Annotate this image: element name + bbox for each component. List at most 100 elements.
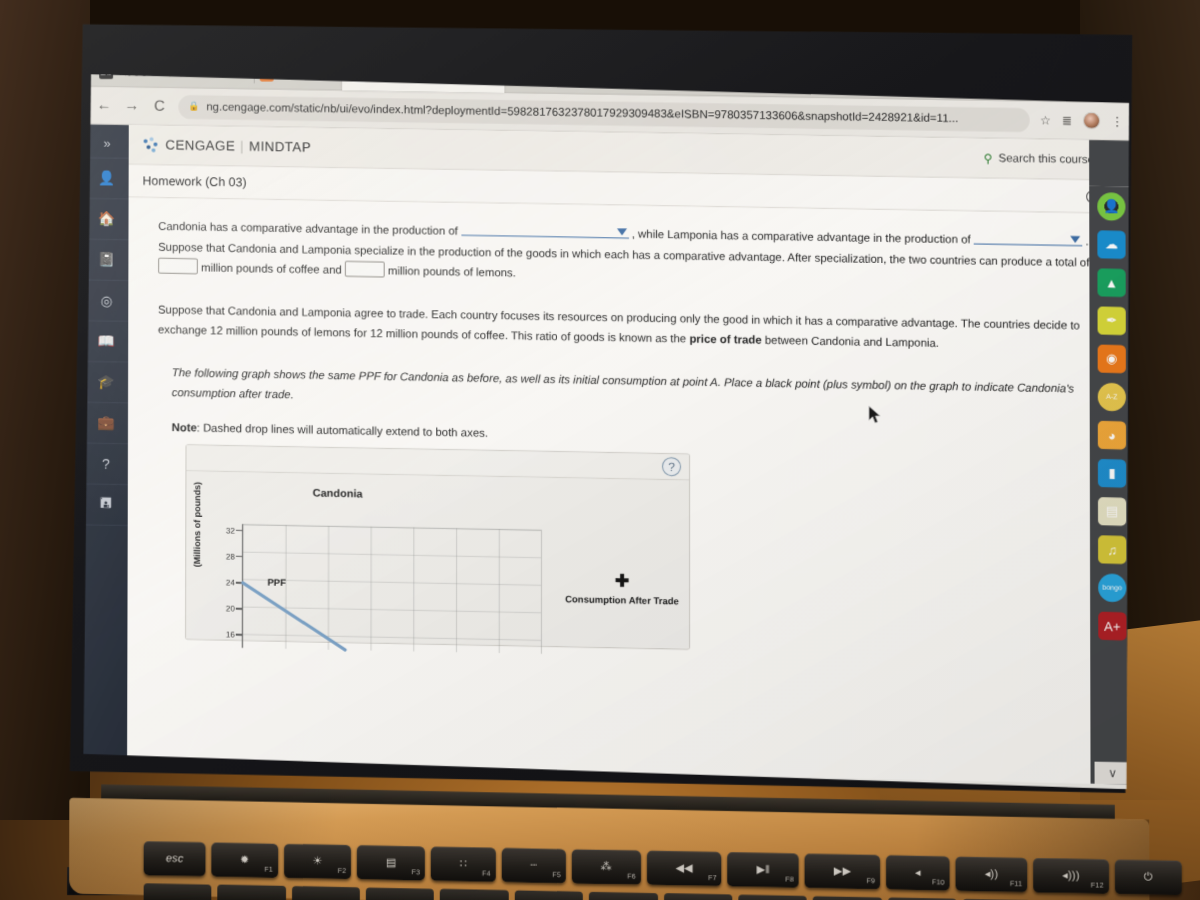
p1-sentence-2: , while Lamponia has a comparative advan… (631, 228, 971, 247)
chart-y-tick: 28 (199, 551, 243, 561)
rail-item-tools-briefcase[interactable]: 💼 (84, 403, 128, 445)
institution-home-icon: 🏠 (98, 210, 116, 227)
key-glyph-icon: ☀ (312, 854, 323, 868)
search-this-course-button[interactable]: ⚲ Search this course (984, 151, 1095, 167)
rss-feed-icon[interactable]: ◉ (1098, 345, 1126, 374)
web-page: » 👤 🏠 📓 ◎ 📖 🎓 💼? 🖪 CENGAGE | MINDTAP ⚲ S… (83, 124, 1135, 784)
rail-item-grades-cap[interactable]: 🎓 (84, 362, 128, 404)
rail-item-messages-chat[interactable]: 🖪 (84, 484, 128, 526)
p1-sentence-5: million pounds of lemons. (387, 265, 516, 280)
notes-icon[interactable]: ▤ (1098, 497, 1126, 526)
key-fn-label: F12 (1090, 882, 1104, 890)
forward-button[interactable]: → (123, 97, 141, 114)
key-fn-label: F7 (708, 874, 717, 883)
page-title: Homework (Ch 03) (142, 173, 247, 190)
chevron-down-icon (1070, 236, 1080, 243)
key-row2[interactable] (440, 888, 509, 900)
key-row2[interactable] (217, 884, 286, 900)
key-row2[interactable] (365, 887, 435, 900)
laptop-screen: BbNJCU Blackboard Ultra×❖Content×∴MindTa… (83, 63, 1135, 797)
kebab-menu-icon[interactable]: ⋮ (1111, 114, 1123, 128)
key-row2[interactable] (143, 883, 212, 900)
rail-item-help[interactable]: ? (84, 443, 128, 485)
onedrive-cloud-icon[interactable]: ☁ (1097, 230, 1125, 259)
key-row2[interactable] (291, 886, 360, 900)
key-fn-label: F3 (411, 869, 421, 877)
ebook-icon[interactable]: ▮ (1098, 459, 1126, 488)
key-row2[interactable] (738, 894, 807, 900)
key-f10[interactable]: ◂ F10 (886, 855, 950, 891)
rail-item-profile[interactable]: 👤 (85, 158, 129, 199)
brand-divider: | (240, 138, 245, 154)
brand-mindtap: MINDTAP (248, 138, 312, 155)
back-button[interactable]: ← (95, 97, 113, 114)
google-drive-icon[interactable]: ▲ (1097, 268, 1125, 297)
rail-item-courses-book[interactable]: 📓 (85, 240, 129, 281)
key-fn-label: F5 (552, 871, 561, 880)
key-f1[interactable]: ✹ F1 (211, 842, 278, 878)
rail-item-institution-home[interactable]: 🏠 (85, 199, 129, 240)
key-fn-label: F2 (337, 867, 347, 876)
key-fn-label: F6 (627, 873, 636, 881)
key-row2[interactable] (514, 890, 584, 900)
chevron-down-icon (617, 228, 627, 235)
rail-item-library-book-open[interactable]: 📖 (85, 321, 129, 363)
key-esc[interactable]: esc (143, 841, 206, 877)
opera-browser-icon[interactable]: ◕ (1098, 421, 1126, 450)
activity-compass-icon: ◎ (100, 291, 113, 309)
reading-list-icon[interactable]: ≣ (1062, 113, 1072, 127)
input-coffee-total[interactable] (158, 258, 198, 275)
dropdown-candonia-advantage[interactable] (461, 221, 629, 239)
key-glyph-icon: ⏻ (1143, 870, 1153, 883)
url-text: ng.cengage.com/static/nb/ui/evo/index.ht… (206, 100, 959, 125)
graph-plot-region[interactable]: Candonia (Millions of pounds) 32 28 24 20 16 (186, 471, 689, 649)
key-glyph-icon: ◂)) (984, 867, 999, 881)
dictionary-az-icon[interactable]: A-Z (1098, 383, 1126, 412)
graph-help-icon[interactable]: ? (662, 457, 681, 476)
key-f9[interactable]: ▶▶ F9 (804, 853, 881, 890)
legend-plus-marker: ✚ (614, 571, 630, 591)
key-f7[interactable]: ◀◀ F7 (646, 850, 722, 887)
key-f4[interactable]: ∷ F4 (431, 846, 496, 882)
key-f8[interactable]: ▶‖ F8 (727, 852, 799, 888)
bongo-icon[interactable]: bongo (1098, 574, 1126, 603)
chart-legend: ✚ Consumption After Trade (557, 574, 687, 608)
key-glyph-icon: ┈ (530, 859, 538, 872)
chart-y-tick: 24 (199, 577, 243, 587)
lock-icon: 🔒 (188, 101, 200, 112)
profile-avatar[interactable] (1083, 112, 1100, 129)
key-row2[interactable] (589, 891, 658, 900)
key-glyph-icon: ◀◀ (675, 861, 693, 875)
dropdown-lamponia-advantage[interactable] (974, 229, 1083, 246)
messages-chat-icon: 🖪 (99, 494, 112, 511)
rail-item-activity-compass[interactable]: ◎ (85, 280, 129, 322)
key-power[interactable]: ⏻ (1114, 859, 1182, 896)
key-f6[interactable]: ⁂ F6 (571, 849, 641, 885)
reload-button[interactable]: C (151, 98, 169, 115)
profile-icon: 👤 (98, 169, 116, 186)
key-row2[interactable] (663, 893, 733, 900)
input-lemons-total[interactable] (345, 261, 385, 278)
key-f5[interactable]: ┈ F5 (501, 847, 566, 884)
address-bar[interactable]: 🔒 ng.cengage.com/static/nb/ui/evo/index.… (178, 95, 1030, 132)
graph-widget[interactable]: ? Candonia (Millions of pounds) 32 28 24 20… (185, 444, 690, 650)
chart-y-tick: 16 (199, 630, 243, 640)
highlighter-pen-icon[interactable]: ✒ (1098, 307, 1126, 336)
key-f12[interactable]: ◂))) F12 (1033, 858, 1109, 894)
question-paragraph-3: The following graph shows the same PPF f… (172, 363, 1106, 421)
user-account-icon[interactable]: 👤 (1097, 192, 1125, 221)
key-f2[interactable]: ☀ F2 (283, 843, 352, 880)
grade-aplus-icon[interactable]: A+ (1098, 612, 1126, 641)
key-f3[interactable]: ▤ F3 (357, 845, 426, 881)
key-glyph-icon: ▶‖ (756, 863, 771, 876)
question-paragraph-2: Suppose that Candonia and Lamponia agree… (158, 300, 1106, 357)
star-icon[interactable]: ☆ (1040, 113, 1051, 127)
tools-briefcase-icon: 💼 (97, 414, 115, 431)
dock-scroll-down-button[interactable]: ∨ (1095, 762, 1131, 785)
photo-scene: BbNJCU Blackboard Ultra×❖Content×∴MindTa… (0, 0, 1200, 900)
rail-collapse-toggle[interactable]: » (85, 128, 129, 158)
voice-reader-icon[interactable]: ♫ (1098, 535, 1126, 564)
key-row2[interactable] (812, 896, 882, 900)
key-f11[interactable]: ◂)) F11 (955, 856, 1028, 893)
chart-plot-area[interactable]: 32 28 24 20 16 PPF (242, 524, 541, 654)
